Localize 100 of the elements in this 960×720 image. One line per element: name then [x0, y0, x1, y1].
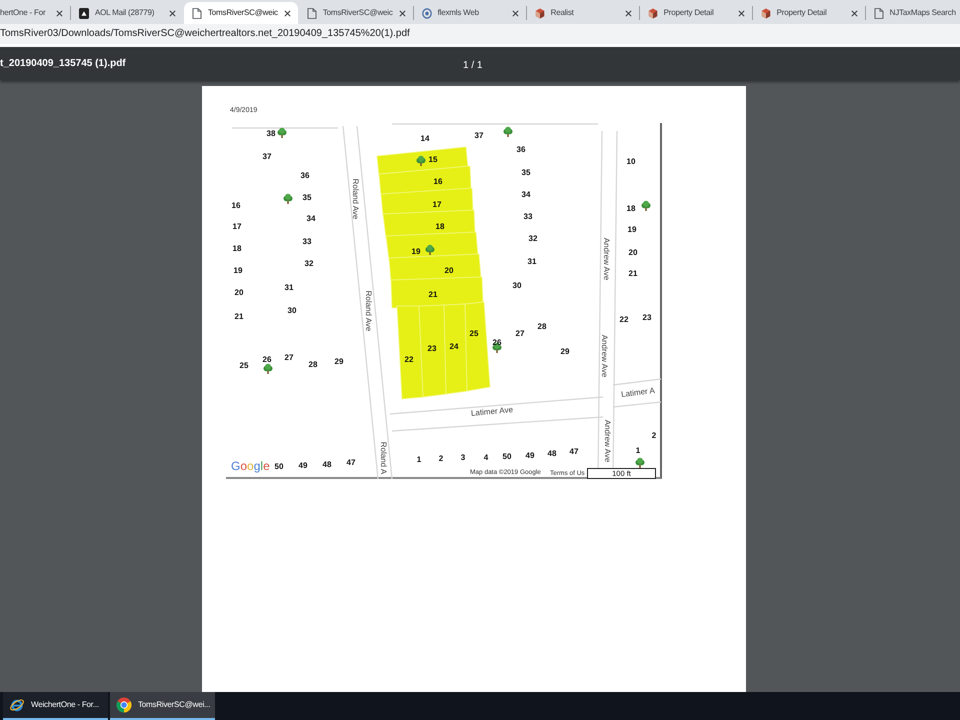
tree-icon [416, 156, 426, 166]
lot-number: 35 [302, 194, 312, 202]
lot-number: 18 [232, 245, 242, 253]
lot-number: 23 [428, 345, 436, 353]
lot-number: 17 [232, 223, 242, 231]
lot-number: 50 [502, 453, 512, 461]
lot-number: 30 [288, 307, 296, 315]
lot-number: 20 [444, 267, 454, 275]
lot-number: 33 [302, 238, 312, 246]
lot-number: 20 [234, 289, 244, 297]
street-label: Roland Ave [351, 178, 359, 220]
address-bar[interactable]: TomsRiver03/Downloads/TomsRiverSC@weichertrealtors.net_20190409_135745%20(1).pdf [0, 24, 960, 47]
lot-number: 37 [474, 132, 484, 140]
lot-number: 16 [232, 202, 240, 210]
map-logo: Google [231, 460, 270, 472]
close-icon[interactable] [512, 10, 519, 16]
browser-tab[interactable]: TomsRiverSC@weic [298, 2, 413, 24]
lot-number: 1 [416, 456, 422, 464]
street-label: Roland A [379, 442, 387, 474]
lot-number: 24 [450, 343, 458, 351]
app-logo-icon [79, 8, 89, 18]
lot-number: 49 [526, 452, 534, 460]
tree-icon [503, 126, 513, 138]
lot-number: 21 [428, 291, 438, 299]
browser-tab[interactable]: Property Detail [752, 2, 865, 24]
taskbar-button[interactable]: TomsRiverSC@wei... [110, 692, 215, 720]
tree-icon [283, 194, 293, 204]
browser-tab[interactable]: Property Detail [640, 2, 752, 24]
lot-number: 20 [628, 249, 638, 257]
browser-tab[interactable]: TomsRiverSC@weic [184, 2, 298, 24]
lot-number: 28 [538, 323, 546, 331]
lot-number: 16 [434, 178, 442, 186]
browser-tab[interactable]: hertOne - For [0, 2, 70, 24]
lot-number: 29 [334, 358, 344, 366]
lot-number: 36 [516, 146, 526, 154]
browser-tab[interactable]: Realist [526, 2, 639, 24]
close-icon[interactable] [169, 10, 176, 16]
tree-icon [425, 244, 435, 256]
close-icon[interactable] [56, 10, 63, 16]
lot-number: 4 [484, 454, 488, 462]
street-label: Andrew Ave [602, 238, 610, 280]
browser-tab[interactable]: NJTaxMaps Search [866, 2, 960, 24]
tree-icon [277, 128, 287, 138]
ring-logo-icon [9, 697, 25, 713]
taskbar-button[interactable]: WeichertOne - For... [3, 692, 108, 720]
file-name: t_20190409_135745 (1).pdf [0, 57, 127, 71]
lot-number: 31 [528, 258, 536, 266]
street-label: Latimer Ave [470, 406, 514, 418]
lot-number: 26 [262, 356, 272, 364]
lot-number: 34 [306, 215, 316, 223]
lot-number: 17 [432, 201, 442, 209]
lot-number: 29 [560, 348, 570, 356]
cube-logo-icon [760, 8, 771, 18]
lot-number: 1 [636, 447, 640, 455]
lot-number: 31 [284, 284, 294, 292]
lot-number: 27 [284, 354, 294, 362]
lot-number: 27 [516, 330, 524, 338]
close-icon[interactable] [284, 10, 291, 16]
lot-number: 48 [322, 461, 332, 469]
browser-tab[interactable]: flexmls Web [414, 2, 526, 24]
page-icon [306, 8, 317, 18]
close-icon[interactable] [624, 10, 632, 16]
lot-number: 10 [626, 158, 636, 166]
close-icon[interactable] [738, 10, 745, 16]
lot-number: 19 [628, 226, 636, 234]
lot-number: 2 [438, 455, 444, 463]
lot-number: 37 [262, 153, 272, 161]
lot-number: 32 [304, 260, 314, 268]
page-icon [874, 8, 884, 18]
lot-number: 14 [420, 135, 430, 143]
lot-number: 49 [298, 462, 308, 470]
lot-number: 22 [404, 356, 414, 364]
lot-number: 18 [436, 223, 444, 231]
circle-dot-icon [422, 8, 432, 18]
lot-number: 19 [234, 267, 242, 275]
tree-icon [641, 200, 651, 212]
tree-icon [635, 458, 645, 468]
lot-number: 47 [346, 459, 356, 467]
lot-number: 21 [628, 270, 638, 278]
cube-logo-icon [648, 8, 658, 18]
lot-number: 26 [492, 339, 502, 347]
cube-logo-icon [534, 8, 545, 18]
lot-number: 18 [626, 205, 636, 213]
lot-number: 30 [512, 282, 522, 290]
lot-number: 32 [528, 235, 538, 243]
lot-number: 15 [428, 156, 438, 164]
street-label: Roland Ave [364, 290, 372, 332]
close-icon[interactable] [398, 10, 406, 16]
browser-tab[interactable]: AOL Mail (28779) [71, 2, 183, 24]
close-icon[interactable] [850, 10, 858, 16]
lot-number: 33 [524, 213, 532, 221]
street-label: Andrew Ave [600, 334, 608, 378]
lot-number: 22 [620, 316, 628, 324]
street-label: Andrew Ave [603, 420, 611, 462]
lot-number: 47 [570, 448, 578, 456]
lot-number: 3 [460, 454, 466, 462]
lot-number: 19 [412, 248, 420, 256]
lot-number: 50 [274, 463, 284, 471]
lot-number: 36 [300, 172, 310, 180]
lot-number: 23 [642, 314, 652, 322]
